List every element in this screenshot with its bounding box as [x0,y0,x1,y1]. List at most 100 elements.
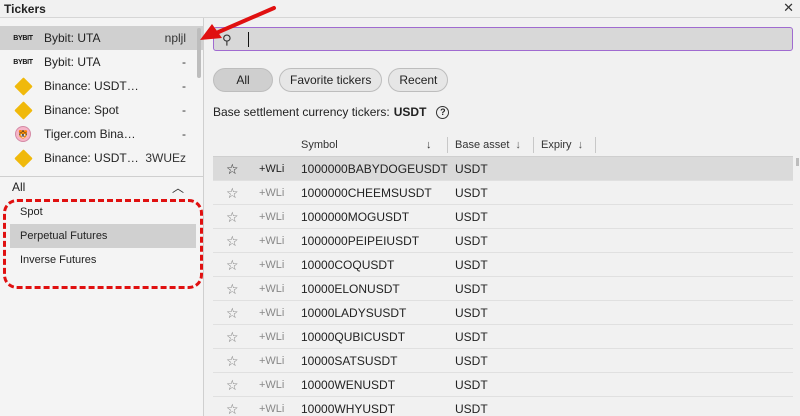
ticker-base-asset: USDT [455,186,488,200]
add-watchlist-button[interactable]: +WLi [259,331,284,343]
star-icon[interactable]: ☆ [226,329,239,346]
ticker-symbol: 10000COQUSDT [301,258,395,272]
column-symbol[interactable]: Symbol [301,139,338,151]
exchange-item[interactable]: Binance: USDT… - [0,74,204,98]
exchange-list: BYBIT Bybit: UTA npljl BYBIT Bybit: UTA … [0,26,204,174]
sort-arrow-icon[interactable]: ↓ [426,139,432,151]
exchange-name: Binance: USDT… [44,151,139,165]
bybit-logo-icon: BYBIT [13,58,33,66]
ticker-symbol: 10000LADYSUSDT [301,306,407,320]
exchange-name: Tiger.com Bina… [44,127,136,141]
add-watchlist-button[interactable]: +WLi [259,379,284,391]
table-row[interactable]: ☆ +WLi 10000LADYSUSDT USDT [213,301,793,325]
exchange-name: Bybit: UTA [44,55,101,69]
star-icon[interactable]: ☆ [226,209,239,226]
add-watchlist-button[interactable]: +WLi [259,283,284,295]
search-input[interactable] [240,30,780,48]
table-row[interactable]: ☆ +WLi 10000WENUSDT USDT [213,373,793,397]
add-watchlist-button[interactable]: +WLi [259,307,284,319]
column-base-asset[interactable]: Base asset ↓ [455,139,521,151]
binance-logo-icon [12,100,34,120]
exchange-item[interactable]: Binance: USDT… 3WUEz [0,146,204,170]
ticker-base-asset: USDT [455,282,488,296]
add-watchlist-button[interactable]: +WLi [259,403,284,415]
table-body: ☆ +WLi 1000000BABYDOGEUSDT USDT ☆ +WLi 1000000… [213,157,793,416]
annotation-highlight [3,199,203,289]
chevron-up-icon[interactable]: ︿ [172,179,184,196]
filter-tabs: All Favorite tickers Recent [213,68,449,92]
settlement-label: Base settlement currency tickers: [213,105,390,119]
exchange-name: Binance: USDT… [44,79,139,93]
table-row[interactable]: ☆ +WLi 1000000PEIPEIUSDT USDT [213,229,793,253]
search-box[interactable]: ⚲ [213,27,793,51]
star-icon[interactable]: ☆ [226,257,239,274]
tiger-logo-icon: 🐯 [12,126,34,142]
exchange-account: - [182,103,186,117]
exchange-name: Bybit: UTA [44,31,101,45]
filter-recent[interactable]: Recent [388,68,449,92]
exchange-account: - [182,127,186,141]
table-row[interactable]: ☆ +WLi 1000000CHEEMSUSDT USDT [213,181,793,205]
ticker-base-asset: USDT [455,162,488,176]
star-icon[interactable]: ☆ [226,377,239,394]
column-expiry[interactable]: Expiry ↓ [541,139,583,151]
category-header[interactable]: All ︿ [12,180,192,196]
left-panel: BYBIT Bybit: UTA npljl BYBIT Bybit: UTA … [0,18,204,416]
star-icon[interactable]: ☆ [226,353,239,370]
table-scrollbar[interactable] [796,158,799,166]
add-watchlist-button[interactable]: +WLi [259,355,284,367]
exchange-item[interactable]: BYBIT Bybit: UTA - [0,50,204,74]
table-row[interactable]: ☆ +WLi 10000COQUSDT USDT [213,253,793,277]
sort-arrow-icon: ↓ [577,139,584,151]
exchange-account: - [182,79,186,93]
exchange-item[interactable]: 🐯 Tiger.com Bina… - [0,122,204,146]
close-icon[interactable]: ✕ [783,0,794,16]
table-row[interactable]: ☆ +WLi 10000ELONUSDT USDT [213,277,793,301]
settlement-currency: USDT [393,105,427,119]
exchange-item[interactable]: Binance: Spot - [0,98,204,122]
exchange-name: Binance: Spot [44,103,119,117]
ticker-symbol: 1000000PEIPEIUSDT [301,234,420,248]
column-separator[interactable] [447,137,448,153]
add-watchlist-button[interactable]: +WLi [259,235,284,247]
column-separator[interactable] [595,137,596,153]
add-watchlist-button[interactable]: +WLi [259,187,284,199]
ticker-base-asset: USDT [455,402,488,416]
table-row[interactable]: ☆ +WLi 10000SATSUSDT USDT [213,349,793,373]
tickers-table: Symbol ↓ Base asset ↓ Expiry ↓ ☆ +WLi 100000… [213,135,793,416]
star-icon[interactable]: ☆ [226,401,239,416]
sort-arrow-icon: ↓ [515,139,521,151]
exchange-item[interactable]: BYBIT Bybit: UTA npljl [0,26,204,50]
star-icon[interactable]: ☆ [226,161,239,178]
table-row[interactable]: ☆ +WLi 10000QUBICUSDT USDT [213,325,793,349]
exchange-account: npljl [164,31,186,45]
column-separator[interactable] [533,137,534,153]
title-bar: Tickers ✕ [0,0,800,18]
annotation-arrow-icon [200,6,276,40]
filter-favorite-tickers[interactable]: Favorite tickers [279,68,383,92]
ticker-symbol: 1000000CHEEMSUSDT [301,186,432,200]
star-icon[interactable]: ☆ [226,233,239,250]
ticker-base-asset: USDT [455,210,488,224]
ticker-base-asset: USDT [455,306,488,320]
exchange-account: 3WUEz [145,151,186,165]
star-icon[interactable]: ☆ [226,305,239,322]
help-icon[interactable]: ? [436,105,450,119]
table-row[interactable]: ☆ +WLi 1000000MOGUSDT USDT [213,205,793,229]
filter-all[interactable]: All [213,68,273,92]
table-header: Symbol ↓ Base asset ↓ Expiry ↓ [213,135,793,157]
star-icon[interactable]: ☆ [226,185,239,202]
ticker-base-asset: USDT [455,330,488,344]
add-watchlist-button[interactable]: +WLi [259,211,284,223]
bybit-logo-icon: BYBIT [13,34,33,42]
column-base-asset-label: Base asset [455,139,510,151]
add-watchlist-button[interactable]: +WLi [259,163,284,175]
binance-logo-icon [12,148,34,168]
star-icon[interactable]: ☆ [226,281,239,298]
column-symbol-label: Symbol [301,139,338,151]
add-watchlist-button[interactable]: +WLi [259,259,284,271]
table-row[interactable]: ☆ +WLi 1000000BABYDOGEUSDT USDT [213,157,793,181]
column-expiry-label: Expiry [541,139,572,151]
table-row[interactable]: ☆ +WLi 10000WHYUSDT USDT [213,397,793,416]
ticker-base-asset: USDT [455,378,488,392]
